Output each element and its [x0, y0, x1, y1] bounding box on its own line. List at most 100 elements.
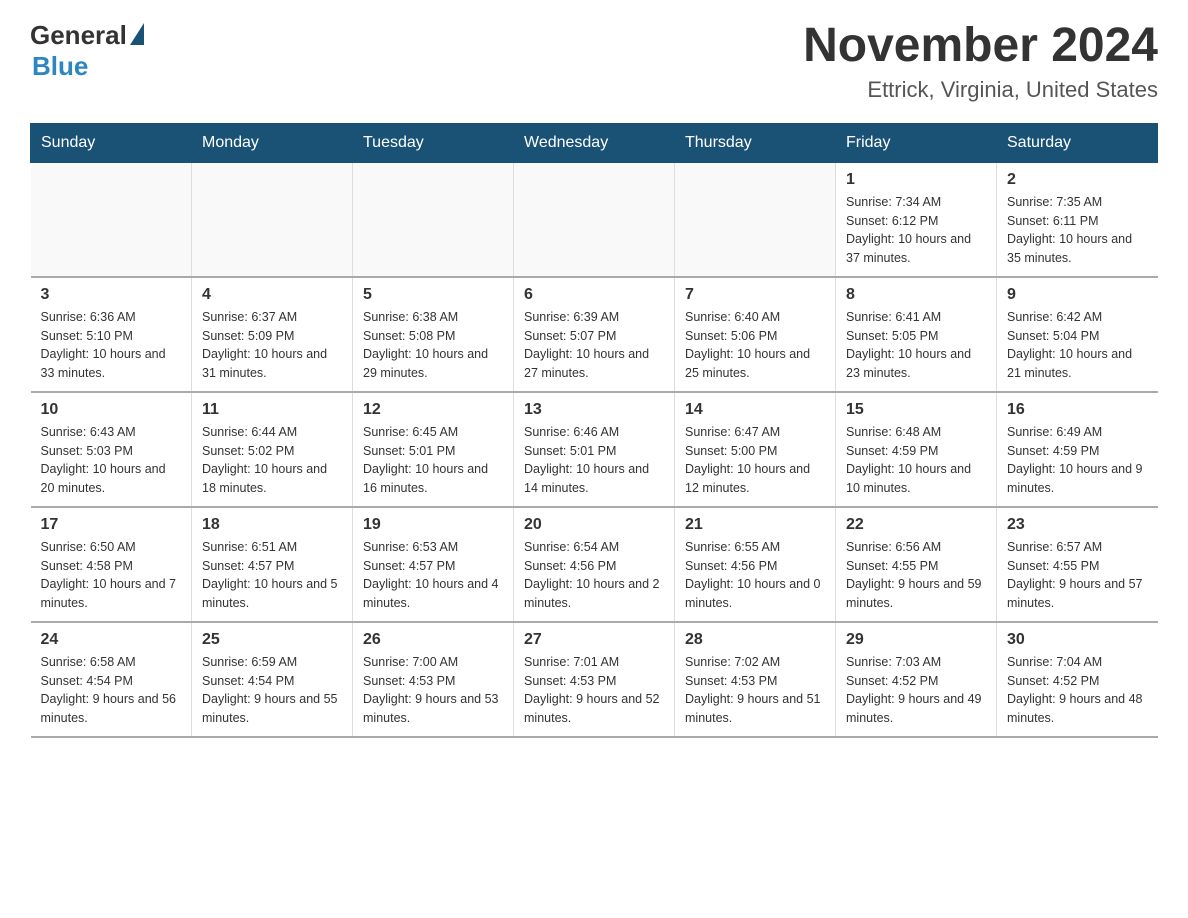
calendar-week-row: 1 Sunrise: 7:34 AMSunset: 6:12 PMDaylight…: [31, 162, 1158, 277]
day-info: Sunrise: 6:51 AMSunset: 4:57 PMDaylight:…: [202, 538, 342, 613]
calendar-header-monday: Monday: [192, 123, 353, 162]
day-info: Sunrise: 7:03 AMSunset: 4:52 PMDaylight:…: [846, 653, 986, 728]
calendar-header-saturday: Saturday: [997, 123, 1158, 162]
day-info: Sunrise: 6:57 AMSunset: 4:55 PMDaylight:…: [1007, 538, 1148, 613]
logo: General Blue: [30, 20, 144, 82]
calendar-header-thursday: Thursday: [675, 123, 836, 162]
calendar-cell: 7 Sunrise: 6:40 AMSunset: 5:06 PMDaylight…: [675, 277, 836, 392]
day-info: Sunrise: 7:04 AMSunset: 4:52 PMDaylight:…: [1007, 653, 1148, 728]
day-number: 8: [846, 286, 986, 304]
calendar-cell: 4 Sunrise: 6:37 AMSunset: 5:09 PMDaylight…: [192, 277, 353, 392]
calendar-week-row: 3Sunrise: 6:36 AMSunset: 5:10 PMDaylight…: [31, 277, 1158, 392]
day-number: 27: [524, 631, 664, 649]
calendar-cell: 9 Sunrise: 6:42 AMSunset: 5:04 PMDaylight…: [997, 277, 1158, 392]
calendar-cell: 11Sunrise: 6:44 AMSunset: 5:02 PMDayligh…: [192, 392, 353, 507]
day-info: Sunrise: 6:40 AMSunset: 5:06 PMDaylight:…: [685, 308, 825, 383]
calendar-cell: 17 Sunrise: 6:50 AMSunset: 4:58 PMDayligh…: [31, 507, 192, 622]
calendar-cell: 10Sunrise: 6:43 AMSunset: 5:03 PMDayligh…: [31, 392, 192, 507]
day-info: Sunrise: 7:00 AMSunset: 4:53 PMDaylight:…: [363, 653, 503, 728]
day-number: 25: [202, 631, 342, 649]
logo-blue-text: Blue: [32, 51, 88, 82]
logo-general-text: General: [30, 20, 127, 51]
calendar-cell: [31, 162, 192, 277]
calendar-cell: [514, 162, 675, 277]
calendar-cell: 18 Sunrise: 6:51 AMSunset: 4:57 PMDayligh…: [192, 507, 353, 622]
day-info: Sunrise: 7:01 AMSunset: 4:53 PMDaylight:…: [524, 653, 664, 728]
day-info: Sunrise: 6:46 AMSunset: 5:01 PMDaylight:…: [524, 423, 664, 498]
day-number: 2: [1007, 171, 1148, 189]
calendar-cell: [675, 162, 836, 277]
day-number: 5: [363, 286, 503, 304]
day-number: 13: [524, 401, 664, 419]
day-info: Sunrise: 7:34 AMSunset: 6:12 PMDaylight:…: [846, 193, 986, 268]
calendar-cell: 19 Sunrise: 6:53 AMSunset: 4:57 PMDayligh…: [353, 507, 514, 622]
day-info: Sunrise: 6:49 AMSunset: 4:59 PMDaylight:…: [1007, 423, 1148, 498]
day-number: 28: [685, 631, 825, 649]
calendar-cell: 25 Sunrise: 6:59 AMSunset: 4:54 PMDayligh…: [192, 622, 353, 737]
day-info: Sunrise: 6:53 AMSunset: 4:57 PMDaylight:…: [363, 538, 503, 613]
day-number: 26: [363, 631, 503, 649]
day-number: 23: [1007, 516, 1148, 534]
page-subtitle: Ettrick, Virginia, United States: [803, 77, 1158, 103]
calendar-cell: 24 Sunrise: 6:58 AMSunset: 4:54 PMDayligh…: [31, 622, 192, 737]
calendar-header-wednesday: Wednesday: [514, 123, 675, 162]
day-info: Sunrise: 6:59 AMSunset: 4:54 PMDaylight:…: [202, 653, 342, 728]
calendar-cell: 14Sunrise: 6:47 AMSunset: 5:00 PMDayligh…: [675, 392, 836, 507]
calendar-week-row: 10Sunrise: 6:43 AMSunset: 5:03 PMDayligh…: [31, 392, 1158, 507]
day-number: 1: [846, 171, 986, 189]
calendar-cell: 5Sunrise: 6:38 AMSunset: 5:08 PMDaylight…: [353, 277, 514, 392]
day-number: 7: [685, 286, 825, 304]
day-number: 15: [846, 401, 986, 419]
calendar-cell: 23 Sunrise: 6:57 AMSunset: 4:55 PMDayligh…: [997, 507, 1158, 622]
calendar-cell: [353, 162, 514, 277]
day-info: Sunrise: 6:48 AMSunset: 4:59 PMDaylight:…: [846, 423, 986, 498]
day-info: Sunrise: 6:58 AMSunset: 4:54 PMDaylight:…: [41, 653, 182, 728]
calendar-cell: 20 Sunrise: 6:54 AMSunset: 4:56 PMDayligh…: [514, 507, 675, 622]
day-number: 24: [41, 631, 182, 649]
calendar-cell: 15 Sunrise: 6:48 AMSunset: 4:59 PMDayligh…: [836, 392, 997, 507]
calendar-cell: 6Sunrise: 6:39 AMSunset: 5:07 PMDaylight…: [514, 277, 675, 392]
calendar-cell: 3Sunrise: 6:36 AMSunset: 5:10 PMDaylight…: [31, 277, 192, 392]
calendar-header-row: SundayMondayTuesdayWednesdayThursdayFrid…: [31, 123, 1158, 162]
calendar-table: SundayMondayTuesdayWednesdayThursdayFrid…: [30, 123, 1158, 738]
calendar-cell: [192, 162, 353, 277]
calendar-week-row: 24 Sunrise: 6:58 AMSunset: 4:54 PMDayligh…: [31, 622, 1158, 737]
calendar-cell: 26 Sunrise: 7:00 AMSunset: 4:53 PMDayligh…: [353, 622, 514, 737]
calendar-cell: 16Sunrise: 6:49 AMSunset: 4:59 PMDayligh…: [997, 392, 1158, 507]
page-title: November 2024: [803, 20, 1158, 73]
day-number: 17: [41, 516, 182, 534]
calendar-cell: 8Sunrise: 6:41 AMSunset: 5:05 PMDaylight…: [836, 277, 997, 392]
day-number: 4: [202, 286, 342, 304]
day-info: Sunrise: 6:50 AMSunset: 4:58 PMDaylight:…: [41, 538, 182, 613]
calendar-cell: 2 Sunrise: 7:35 AMSunset: 6:11 PMDaylight…: [997, 162, 1158, 277]
day-info: Sunrise: 7:02 AMSunset: 4:53 PMDaylight:…: [685, 653, 825, 728]
calendar-header-tuesday: Tuesday: [353, 123, 514, 162]
day-info: Sunrise: 6:42 AMSunset: 5:04 PMDaylight:…: [1007, 308, 1148, 383]
day-number: 3: [41, 286, 182, 304]
day-info: Sunrise: 7:35 AMSunset: 6:11 PMDaylight:…: [1007, 193, 1148, 268]
day-info: Sunrise: 6:56 AMSunset: 4:55 PMDaylight:…: [846, 538, 986, 613]
day-number: 12: [363, 401, 503, 419]
calendar-cell: 13 Sunrise: 6:46 AMSunset: 5:01 PMDayligh…: [514, 392, 675, 507]
day-number: 18: [202, 516, 342, 534]
calendar-header-sunday: Sunday: [31, 123, 192, 162]
logo-triangle-icon: [130, 23, 144, 45]
day-info: Sunrise: 6:43 AMSunset: 5:03 PMDaylight:…: [41, 423, 182, 498]
day-info: Sunrise: 6:37 AMSunset: 5:09 PMDaylight:…: [202, 308, 342, 383]
calendar-cell: 28 Sunrise: 7:02 AMSunset: 4:53 PMDayligh…: [675, 622, 836, 737]
day-info: Sunrise: 6:54 AMSunset: 4:56 PMDaylight:…: [524, 538, 664, 613]
day-number: 20: [524, 516, 664, 534]
page-header: General Blue November 2024 Ettrick, Virg…: [30, 20, 1158, 103]
day-number: 22: [846, 516, 986, 534]
day-number: 21: [685, 516, 825, 534]
calendar-cell: 29Sunrise: 7:03 AMSunset: 4:52 PMDayligh…: [836, 622, 997, 737]
calendar-cell: 1 Sunrise: 7:34 AMSunset: 6:12 PMDaylight…: [836, 162, 997, 277]
calendar-cell: 22 Sunrise: 6:56 AMSunset: 4:55 PMDayligh…: [836, 507, 997, 622]
calendar-cell: 30Sunrise: 7:04 AMSunset: 4:52 PMDayligh…: [997, 622, 1158, 737]
day-number: 6: [524, 286, 664, 304]
calendar-cell: 12Sunrise: 6:45 AMSunset: 5:01 PMDayligh…: [353, 392, 514, 507]
calendar-week-row: 17 Sunrise: 6:50 AMSunset: 4:58 PMDayligh…: [31, 507, 1158, 622]
day-number: 19: [363, 516, 503, 534]
calendar-cell: 27 Sunrise: 7:01 AMSunset: 4:53 PMDayligh…: [514, 622, 675, 737]
day-number: 9: [1007, 286, 1148, 304]
